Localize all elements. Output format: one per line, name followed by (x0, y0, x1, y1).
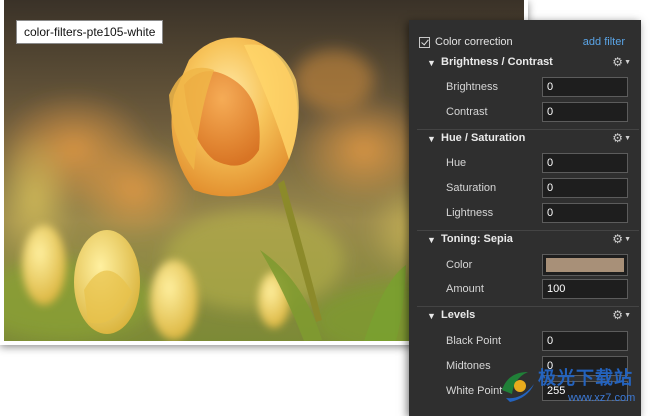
divider (417, 306, 639, 307)
midtones-label: Midtones (446, 360, 491, 372)
gear-menu-icon[interactable]: ⚙▼ (612, 308, 631, 322)
section-toning-sepia[interactable]: ▼ Toning: Sepia ⚙▼ (409, 232, 641, 251)
gear-menu-icon[interactable]: ⚙▼ (612, 232, 631, 246)
add-filter-link[interactable]: add filter (583, 36, 625, 48)
gear-menu-icon[interactable]: ⚙▼ (612, 55, 631, 69)
color-correction-checkbox[interactable] (419, 37, 430, 48)
hue-label: Hue (446, 157, 467, 169)
section-title: Hue / Saturation (441, 132, 526, 144)
sepia-color-picker[interactable] (542, 254, 628, 276)
section-hue-saturation[interactable]: ▼ Hue / Saturation ⚙▼ (409, 131, 641, 150)
color-correction-label: Color correction (435, 36, 513, 48)
gear-menu-icon[interactable]: ⚙▼ (612, 131, 631, 145)
section-brightness-contrast[interactable]: ▼ Brightness / Contrast ⚙▼ (409, 55, 641, 74)
watermark-logo-icon (502, 372, 534, 402)
section-title: Levels (441, 309, 476, 321)
divider (417, 230, 639, 231)
section-title: Toning: Sepia (441, 233, 513, 245)
brightness-input[interactable] (542, 77, 628, 97)
watermark: 极光下载站 www.xz7.com (498, 362, 648, 412)
chevron-down-icon[interactable]: ▼ (427, 311, 436, 321)
brightness-label: Brightness (446, 81, 498, 93)
white-point-label: White Point (446, 385, 503, 397)
saturation-input[interactable] (542, 178, 628, 198)
checkbox-checked-icon (421, 37, 429, 46)
contrast-input[interactable] (542, 102, 628, 122)
sepia-color-label: Color (446, 259, 473, 271)
hue-input[interactable] (542, 153, 628, 173)
black-point-label: Black Point (446, 335, 502, 347)
watermark-name: 极光下载站 (538, 368, 633, 389)
chevron-down-icon[interactable]: ▼ (427, 58, 436, 68)
color-filters-panel: Color correction add filter ▼ Brightness… (409, 20, 641, 416)
saturation-label: Saturation (446, 182, 497, 194)
black-point-input[interactable] (542, 331, 628, 351)
amount-input[interactable] (542, 279, 628, 299)
divider (417, 129, 639, 130)
image-label: color-filters-pte105-white (16, 20, 164, 44)
amount-label: Amount (446, 283, 484, 295)
contrast-label: Contrast (446, 106, 488, 118)
lightness-input[interactable] (542, 203, 628, 223)
chevron-down-icon[interactable]: ▼ (427, 134, 436, 144)
watermark-url: www.xz7.com (568, 392, 636, 404)
stage: color-filters-pte105-white Color correct… (0, 0, 650, 416)
chevron-down-icon[interactable]: ▼ (427, 235, 436, 245)
section-title: Brightness / Contrast (441, 56, 553, 68)
lightness-label: Lightness (446, 207, 494, 219)
section-levels[interactable]: ▼ Levels ⚙▼ (409, 308, 641, 327)
color-swatch (546, 258, 624, 272)
